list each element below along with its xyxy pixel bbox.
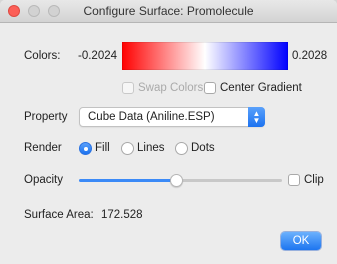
title-bar: Configure Surface: Promolecule: [0, 0, 337, 23]
clip-checkbox[interactable]: [288, 174, 300, 186]
colors-max-value: 0.2028: [292, 50, 328, 62]
opacity-slider-track[interactable]: [176, 179, 282, 182]
render-dots-radio[interactable]: [175, 142, 188, 155]
property-label: Property: [24, 111, 68, 123]
chevron-up-down-icon: ▲ ▼: [248, 107, 265, 127]
swap-colors-label: Swap Colors: [138, 82, 204, 94]
swap-colors-checkbox[interactable]: [122, 82, 134, 94]
property-select[interactable]: Cube Data (Aniline.ESP) ▲ ▼: [79, 107, 265, 127]
center-gradient-checkbox[interactable]: [204, 82, 216, 94]
opacity-slider-fill[interactable]: [79, 179, 176, 182]
render-lines-label: Lines: [137, 142, 165, 154]
clip-label: Clip: [304, 174, 324, 186]
render-dots-label: Dots: [191, 142, 215, 154]
render-label: Render: [24, 142, 62, 154]
opacity-label: Opacity: [24, 174, 63, 186]
center-gradient-label: Center Gradient: [220, 82, 302, 94]
render-fill-radio[interactable]: [79, 142, 92, 155]
configure-surface-window: Configure Surface: Promolecule Colors: -…: [0, 0, 337, 264]
surface-area-label: Surface Area:: [24, 209, 94, 221]
opacity-slider-thumb[interactable]: [170, 174, 183, 187]
window-title: Configure Surface: Promolecule: [83, 4, 254, 18]
ok-button[interactable]: OK: [281, 232, 321, 250]
render-fill-label: Fill: [95, 142, 110, 154]
property-selected-value: Cube Data (Aniline.ESP): [88, 111, 215, 123]
color-gradient-bar[interactable]: [122, 42, 288, 70]
colors-label: Colors:: [24, 50, 61, 62]
surface-area-value: 172.528: [101, 209, 143, 221]
render-lines-radio[interactable]: [121, 142, 134, 155]
colors-min-value: -0.2024: [78, 50, 118, 62]
